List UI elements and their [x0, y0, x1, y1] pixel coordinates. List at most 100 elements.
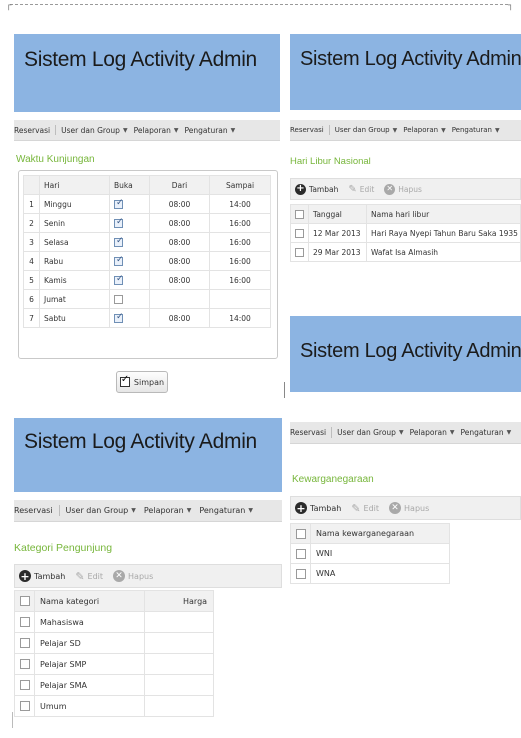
- row-checkbox[interactable]: [19, 680, 30, 690]
- time-to[interactable]: 16:00: [209, 232, 271, 252]
- row-number: 7: [23, 308, 40, 328]
- app-title: Sistem Log Activity Admin: [300, 48, 521, 70]
- table-row[interactable]: 6 Jumat: [23, 289, 271, 309]
- caret-down-icon: ▼: [248, 507, 253, 514]
- time-from[interactable]: 08:00: [149, 213, 210, 233]
- menu-reservasi[interactable]: Reservasi: [290, 428, 326, 437]
- menu-pengaturan[interactable]: Pengaturan ▼: [452, 126, 500, 134]
- pencil-icon: ✎: [351, 501, 361, 515]
- edit-button[interactable]: ✎ Edit: [351, 502, 379, 515]
- time-from[interactable]: 08:00: [149, 251, 210, 271]
- time-to[interactable]: [209, 289, 271, 309]
- open-checkbox[interactable]: [114, 274, 124, 285]
- menu-reservasi[interactable]: Reservasi: [14, 506, 53, 515]
- edit-button[interactable]: ✎ Edit: [75, 570, 103, 583]
- caret-down-icon: ▼: [494, 126, 500, 134]
- select-all-checkbox[interactable]: [19, 596, 30, 606]
- menu-pelaporan-label: Pelaporan: [143, 506, 184, 515]
- menu-user-group[interactable]: User dan Group ▼: [337, 428, 403, 437]
- table-row[interactable]: 5Kamis 08:0016:00: [23, 270, 271, 290]
- nationality-name: WNA: [310, 563, 450, 584]
- row-checkbox[interactable]: [295, 548, 306, 559]
- menu-pelaporan[interactable]: Pelaporan ▼: [144, 506, 191, 515]
- delete-button[interactable]: ✕ Hapus: [113, 570, 153, 582]
- menu-pelaporan[interactable]: Pelaporan ▼: [410, 428, 455, 437]
- open-cell: [109, 270, 150, 290]
- col-nama-kewarga: Nama kewarganegaraan: [310, 523, 450, 544]
- add-button[interactable]: + Tambah: [295, 502, 341, 514]
- row-checkbox[interactable]: [19, 617, 30, 627]
- menu-reservasi[interactable]: Reservasi: [14, 126, 50, 135]
- table-row[interactable]: 2Senin 08:0016:00: [23, 213, 271, 233]
- table-row[interactable]: Pelajar SMP: [14, 653, 214, 675]
- caret-down-icon: ▼: [131, 507, 136, 514]
- time-to[interactable]: 16:00: [209, 251, 271, 271]
- select-all-checkbox[interactable]: [295, 528, 306, 539]
- open-checkbox[interactable]: [114, 198, 124, 209]
- row-checkbox[interactable]: [19, 701, 30, 711]
- row-checkbox[interactable]: [19, 638, 30, 648]
- app-title: Sistem Log Activity Admin: [24, 430, 257, 453]
- time-from[interactable]: 08:00: [149, 308, 210, 328]
- select-all-checkbox[interactable]: [295, 209, 304, 219]
- libur-table: Tanggal Nama hari libur 12 Mar 2013 Hari …: [290, 204, 521, 262]
- row-checkbox[interactable]: [295, 228, 304, 238]
- menu-pengaturan[interactable]: Pengaturan ▼: [461, 428, 512, 437]
- row-select: [14, 632, 35, 654]
- table-row[interactable]: 29 Mar 2013 Wafat Isa Almasih: [290, 242, 521, 262]
- time-to[interactable]: 14:00: [209, 308, 271, 328]
- table-row[interactable]: 3Selasa 08:0016:00: [23, 232, 271, 252]
- table-row[interactable]: 1Minggu 08:0014:00: [23, 194, 271, 214]
- time-from[interactable]: 08:00: [149, 270, 210, 290]
- edit-button[interactable]: ✎ Edit: [348, 184, 374, 195]
- table-row[interactable]: Pelajar SMA: [14, 674, 214, 696]
- menu-user-group[interactable]: User dan Group ▼: [66, 506, 136, 515]
- time-from[interactable]: [149, 289, 210, 309]
- add-button[interactable]: + Tambah: [19, 570, 65, 582]
- col-select: [290, 204, 309, 224]
- category-name: Pelajar SD: [34, 632, 145, 654]
- menu-pelaporan[interactable]: Pelaporan ▼: [403, 126, 445, 134]
- col-tanggal: Tanggal: [308, 204, 367, 224]
- time-from[interactable]: 08:00: [149, 232, 210, 252]
- table-row[interactable]: 7Sabtu 08:0014:00: [23, 308, 271, 328]
- table-row[interactable]: Umum: [14, 695, 214, 717]
- menu-user-group-label: User dan Group: [65, 506, 129, 515]
- menu-reservasi[interactable]: Reservasi: [290, 126, 324, 134]
- menu-pengaturan[interactable]: Pengaturan ▼: [185, 126, 236, 135]
- save-label: Simpan: [133, 377, 165, 387]
- add-button[interactable]: + Tambah: [295, 183, 338, 195]
- open-checkbox[interactable]: [114, 236, 124, 247]
- time-to[interactable]: 16:00: [209, 213, 271, 233]
- table-row[interactable]: 4Rabu 08:0016:00: [23, 251, 271, 271]
- delete-button[interactable]: ✕ Hapus: [384, 183, 422, 195]
- caret-down-icon: ▼: [398, 429, 404, 436]
- time-to[interactable]: 16:00: [209, 270, 271, 290]
- table-row[interactable]: Mahasiswa: [14, 611, 214, 633]
- table-row[interactable]: 12 Mar 2013 Hari Raya Nyepi Tahun Baru Sa…: [290, 223, 521, 243]
- menu-user-group[interactable]: User dan Group ▼: [61, 126, 127, 135]
- time-to[interactable]: 14:00: [209, 194, 271, 214]
- save-button[interactable]: Simpan: [116, 371, 168, 393]
- row-checkbox[interactable]: [295, 247, 304, 257]
- page-corner-mark-right: ┐: [508, 1, 514, 11]
- open-checkbox[interactable]: [114, 255, 124, 266]
- menu-user-group-label: User dan Group: [337, 428, 396, 437]
- menu-user-group[interactable]: User dan Group ▼: [335, 126, 398, 134]
- table-row[interactable]: WNI: [290, 543, 450, 564]
- menu-pelaporan[interactable]: Pelaporan ▼: [134, 126, 179, 135]
- row-checkbox[interactable]: [19, 659, 30, 669]
- open-checkbox[interactable]: [114, 312, 124, 323]
- open-checkbox[interactable]: [114, 294, 123, 304]
- row-checkbox[interactable]: [295, 568, 306, 579]
- table-row[interactable]: Pelajar SD: [14, 632, 214, 654]
- table-row[interactable]: WNA: [290, 563, 450, 584]
- menu-pengaturan[interactable]: Pengaturan ▼: [199, 506, 253, 515]
- time-from[interactable]: 08:00: [149, 194, 210, 214]
- menu-reservasi-label: Reservasi: [290, 126, 324, 134]
- caret-down-icon: ▼: [441, 126, 446, 134]
- row-select: [290, 242, 309, 262]
- open-checkbox[interactable]: [114, 217, 124, 228]
- category-price: [144, 653, 214, 675]
- delete-button[interactable]: ✕ Hapus: [389, 502, 429, 514]
